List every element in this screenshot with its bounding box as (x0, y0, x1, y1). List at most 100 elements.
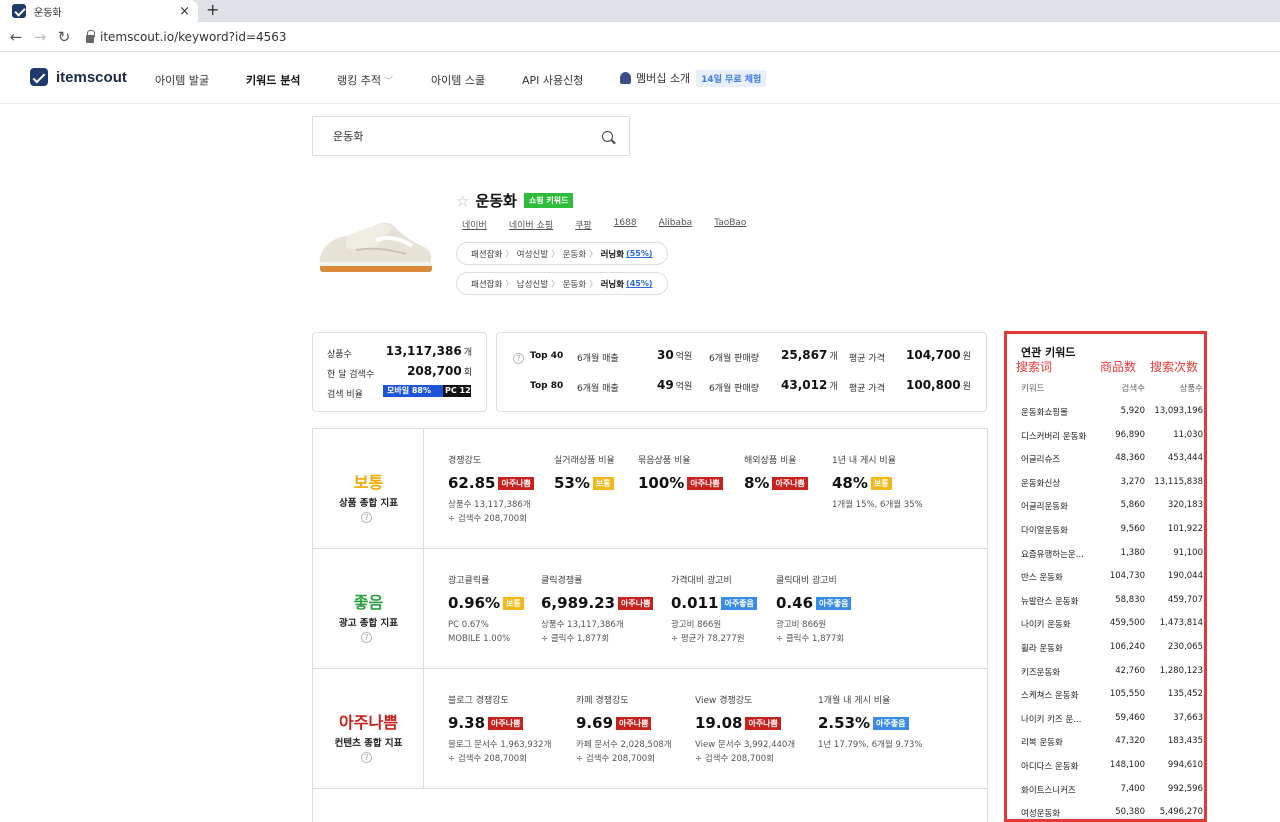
top40-price: 104,700 원 (906, 348, 971, 362)
related-keyword: 아디다스 운동화 (1021, 762, 1079, 772)
link-1688[interactable]: 1688 (614, 218, 637, 231)
related-product-count: 992,596 (1167, 783, 1203, 794)
related-product-count: 135,452 (1167, 689, 1203, 700)
nav-item-keyword-analysis[interactable]: 키워드 분석 (246, 72, 300, 88)
related-search-count: 9,560 (1120, 524, 1145, 534)
help-icon[interactable]: ? (361, 512, 372, 523)
nav-item-membership[interactable]: 멤버십 소개 14일 무료 체험 (620, 70, 767, 87)
nav-item-api[interactable]: API 사용신청 (522, 72, 583, 88)
category-percent: (45%) (626, 279, 653, 288)
related-product-count: 13,093,196 (1154, 406, 1203, 416)
link-alibaba[interactable]: Alibaba (659, 218, 693, 231)
related-search-count: 47,320 (1115, 736, 1145, 747)
related-keyword: 뉴발란스 운동화 (1021, 596, 1079, 607)
search-input[interactable]: 운동화 (312, 116, 630, 156)
link-taobao[interactable]: TaoBao (714, 218, 746, 231)
list-item[interactable]: 반스 운동화 104,730 190,044 (1021, 571, 1203, 595)
list-item[interactable]: 운동화쇼핑몰 5,920 13,093,196 (1021, 406, 1203, 430)
link-coupang[interactable]: 쿠팡 (575, 218, 592, 231)
list-item[interactable]: 어글리슈즈 48,360 453,444 (1021, 453, 1203, 477)
status-badge: 아주나쁨 (687, 476, 723, 490)
list-item[interactable]: 나이키 키즈 운... 59,460 37,663 (1021, 713, 1203, 737)
nav-label: 랭킹 추적 (337, 74, 381, 87)
logo[interactable]: itemscout (30, 68, 127, 86)
reload-icon[interactable]: ↻ (52, 28, 76, 46)
nav-item-item-school[interactable]: 아이템 스쿨 (431, 72, 485, 88)
back-arrow-icon[interactable]: ← (4, 28, 28, 46)
category-part: 운동화 (562, 249, 587, 260)
list-item[interactable]: 화이트스니커즈 7,400 992,596 (1021, 784, 1203, 808)
related-keyword: 화이트스니커즈 (1021, 785, 1076, 796)
related-product-count: 37,663 (1173, 712, 1203, 723)
list-item[interactable]: 스케쳐스 운동화 105,550 135,452 (1021, 689, 1203, 713)
list-item[interactable]: 여성운동화 50,380 5,496,270 (1021, 807, 1203, 819)
category-part: 패션잡화 (471, 249, 503, 260)
list-item[interactable]: 어글리운동화 5,860 320,183 (1021, 500, 1203, 524)
category-part: 운동화 (562, 279, 587, 290)
related-search-count: 42,760 (1115, 665, 1145, 676)
header-search-count[interactable]: 검색수 (1122, 382, 1145, 394)
search-ratio-bar: 모바일 88% PC 12% (383, 385, 479, 397)
annotation-search-count: 搜索次数 (1150, 360, 1199, 374)
related-search-count: 148,100 (1109, 760, 1145, 770)
related-search-count: 105,550 (1109, 689, 1145, 700)
help-icon[interactable]: ? (361, 752, 372, 763)
metric-row-product: 보통 상품 종합 지표 ? 경쟁강도 62.85 아주나쁨 상품수 13,117,… (313, 429, 987, 549)
top80-label: Top 80 (530, 381, 564, 391)
related-keyword: 키즈운동화 (1021, 667, 1061, 678)
list-item[interactable]: 디스커버리 운동화 96,890 11,030 (1021, 430, 1203, 454)
list-item[interactable]: 뉴발란스 운동화 58,830 459,707 (1021, 595, 1203, 619)
grade-cell: 보통 상품 종합 지표 ? (313, 429, 424, 548)
summary-box: 상품수 13,117,386 개 한 달 검색수 208,700 회 검색 비율 모… (312, 332, 487, 412)
nav-item-discovery[interactable]: 아이템 발굴 (155, 72, 209, 88)
header-keyword[interactable]: 키워드 (1021, 382, 1044, 394)
product-title: 운동화 (475, 192, 517, 210)
grade-label: 좋음 (353, 593, 384, 612)
metric-view: View 경쟁강도 19.08 아주나쁨 View 문서수 3,992,440개 ÷… (695, 696, 796, 764)
nav-label: 멤버십 소개 (636, 72, 691, 85)
related-search-count: 7,400 (1120, 783, 1145, 794)
forward-arrow-icon[interactable]: → (28, 28, 52, 46)
search-icon[interactable] (602, 130, 613, 142)
help-icon[interactable]: ? (513, 353, 524, 364)
url-field[interactable]: itemscout.io/keyword?id=4563 (100, 30, 287, 44)
related-product-count: 11,030 (1173, 429, 1203, 440)
list-item[interactable]: 아디다스 운동화 148,100 994,610 (1021, 760, 1203, 784)
help-icon[interactable]: ? (361, 632, 372, 643)
status-badge: 아주좋음 (816, 596, 852, 610)
list-item[interactable]: 리복 운동화 47,320 183,435 (1021, 736, 1203, 760)
link-naver[interactable]: 네이버 (462, 218, 487, 231)
browser-tab[interactable]: 운동화 × (0, 0, 198, 22)
related-product-count: 91,100 (1173, 547, 1203, 558)
list-item[interactable]: 요즘유행하는운... 1,380 91,100 (1021, 548, 1203, 572)
nav-item-rank-tracking[interactable]: 랭킹 추적 ﹀ (337, 72, 393, 88)
list-item[interactable]: 휠라 운동화 106,240 230,065 (1021, 642, 1203, 666)
list-item[interactable]: 운동화신상 3,270 13,115,838 (1021, 477, 1203, 501)
related-keyword: 디스커버리 운동화 (1021, 431, 1087, 442)
list-item[interactable]: 다이얼운동화 9,560 101,922 (1021, 524, 1203, 548)
status-badge: 아주나쁨 (616, 716, 652, 730)
grade-name: 광고 종합 지표 (338, 618, 399, 629)
top80-sales: 49 억원 (657, 378, 693, 392)
star-icon[interactable]: ☆ (456, 192, 469, 210)
related-search-count: 5,860 (1120, 500, 1145, 511)
related-keyword: 다이얼운동화 (1021, 526, 1068, 536)
list-item[interactable]: 키즈운동화 42,760 1,280,123 (1021, 666, 1203, 690)
category-leaf: 러닝화 (600, 249, 625, 260)
tab-close-icon[interactable]: × (179, 4, 190, 19)
category-pill[interactable]: 패션잡화 〉 남성신발 〉 운동화 〉 러닝화 (45%) (456, 272, 668, 295)
related-search-count: 58,830 (1115, 594, 1145, 605)
new-tab-icon[interactable]: + (206, 0, 219, 20)
product-count-label: 상품수 (327, 350, 352, 360)
logo-text: itemscout (56, 68, 127, 86)
category-pill[interactable]: 패션잡화 〉 여성신발 〉 운동화 〉 러닝화 (55%) (456, 242, 668, 265)
related-product-count: 994,610 (1167, 760, 1203, 770)
tab-title: 운동화 (34, 7, 62, 19)
related-search-count: 48,360 (1115, 453, 1145, 464)
top40-qty: 25,867 개 (781, 348, 838, 362)
browser-tabbar: 운동화 × + (0, 0, 1280, 22)
header-product-count[interactable]: 상품수 (1180, 382, 1203, 394)
link-naver-shopping[interactable]: 네이버 쇼핑 (509, 218, 553, 231)
related-keyword: 운동화신상 (1021, 478, 1061, 489)
list-item[interactable]: 나이키 운동화 459,500 1,473,814 (1021, 618, 1203, 642)
